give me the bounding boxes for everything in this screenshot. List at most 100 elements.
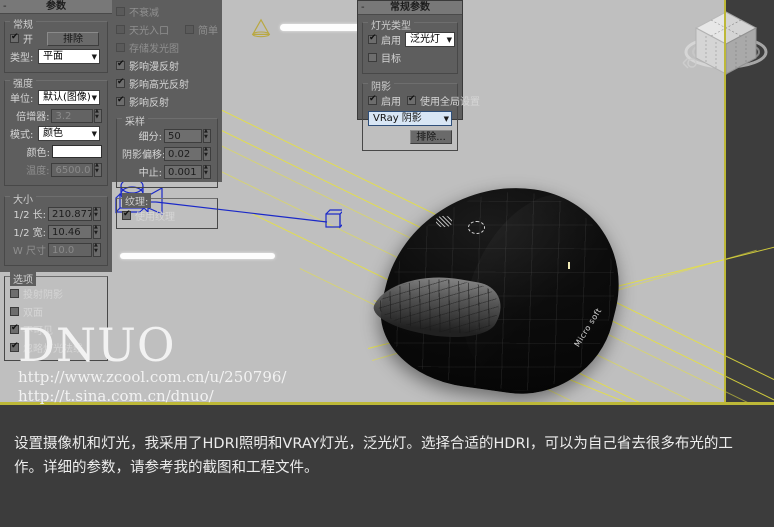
checkbox-skylight-portal[interactable]: [116, 25, 125, 34]
label-double-sided: 双面: [23, 308, 43, 319]
label-cast-shadows: 投射阴影: [23, 290, 63, 301]
subdivs-spinner[interactable]: [203, 128, 211, 143]
mode-combo[interactable]: 颜色: [38, 126, 100, 141]
label-mode: 模式:: [10, 130, 34, 141]
checkbox-double-sided[interactable]: [10, 307, 19, 316]
multiplier-spinner[interactable]: [94, 108, 102, 123]
option-row: 投射阴影: [10, 286, 102, 301]
group-intensity: 强度 单位: 默认(图像) 倍增器: 3.2 模式: 颜色 颜色:: [4, 75, 108, 186]
vray-plane-light-bar[interactable]: [280, 24, 368, 31]
checkbox-shadow-enabled[interactable]: [368, 94, 377, 105]
option-row: 影响高光反射: [116, 76, 218, 91]
checkbox-on[interactable]: [10, 32, 19, 43]
watermark: DNUO http://www.zcool.com.cn/u/250796/ h…: [18, 322, 286, 405]
temperature-field[interactable]: 6500.0: [51, 162, 93, 177]
checkbox-store-irradiance-map[interactable]: [116, 43, 125, 52]
subdivs-field[interactable]: 50: [164, 128, 202, 143]
collapse-icon[interactable]: -: [3, 0, 7, 14]
checkbox-affect-specular[interactable]: [116, 77, 125, 88]
safe-frame-right: [724, 0, 726, 405]
checkbox-no-decay[interactable]: [116, 7, 125, 16]
label-units: 单位:: [10, 94, 34, 105]
label-half-width: 1/2 宽:: [13, 228, 46, 239]
parameters-panel-title[interactable]: - 参数: [0, 0, 112, 14]
shadow-type-combo[interactable]: VRay 阴影: [368, 111, 452, 126]
label-cutoff: 中止:: [138, 168, 162, 179]
general-parameters-panel: - 常规参数 灯光类型 启用 泛光灯 目标 阴影 启用: [357, 0, 480, 151]
half-width-spinner[interactable]: [93, 224, 101, 239]
checkbox-simple[interactable]: [185, 25, 194, 34]
vray-plane-light-bar[interactable]: [120, 253, 275, 259]
watermark-url-weibo: http://t.sina.com.cn/dnuo/: [18, 387, 214, 405]
row-units: 单位: 默认(图像): [10, 90, 102, 105]
group-texture-label: 纹理:: [122, 193, 152, 208]
shadow-bias-spinner[interactable]: [203, 146, 211, 161]
row-use-texture: 使用纹理: [122, 208, 212, 223]
multiplier-field[interactable]: 3.2: [51, 108, 93, 123]
cutoff-field[interactable]: 0.001: [164, 164, 202, 179]
caption-bar: 设置摄像机和灯光，我采用了HDRI照明和VRAY灯光，泛光灯。选择合适的HDRI…: [0, 405, 774, 527]
option-row: 存储发光图: [116, 40, 218, 55]
half-length-field[interactable]: 210.877: [48, 206, 92, 221]
option-row: 影响漫反射: [116, 58, 218, 73]
checkbox-light-enabled[interactable]: [368, 33, 377, 44]
label-use-texture: 使用纹理: [135, 212, 175, 223]
viewport-perspective[interactable]: Micro soft - 参数 常规 ✔ 开 排除 类型: 平面 ▼ 强度 单位…: [0, 0, 774, 405]
row-light-enable: 启用 泛光灯: [368, 32, 455, 47]
label-subdivs: 细分:: [138, 132, 162, 143]
mouse-3d-model[interactable]: Micro soft: [364, 172, 644, 405]
cutoff-spinner[interactable]: [203, 164, 211, 179]
color-swatch[interactable]: [52, 145, 102, 158]
row-half-width: 1/2 宽: 10.46: [10, 224, 102, 239]
label-shadow-enabled: 启用: [381, 97, 401, 108]
mouse-specular-dot: [568, 262, 570, 269]
general-parameters-title[interactable]: - 常规参数: [358, 1, 462, 15]
label-skylight-portal: 天光入口: [129, 26, 169, 37]
row-multiplier: 倍增器: 3.2: [10, 108, 102, 123]
w-size-field[interactable]: 10.0: [48, 242, 92, 257]
w-size-spinner[interactable]: [93, 242, 101, 257]
checkbox-affect-reflections[interactable]: [116, 95, 125, 106]
viewcube-icon[interactable]: [680, 2, 772, 94]
checkbox-use-texture[interactable]: [122, 209, 131, 220]
units-combo[interactable]: 默认(图像): [38, 90, 100, 105]
row-mode: 模式: 颜色: [10, 126, 102, 141]
type-combo[interactable]: 平面: [38, 49, 100, 64]
group-size-label: 大小: [10, 191, 36, 206]
label-store-irradiance-map: 存储发光图: [129, 44, 179, 55]
watermark-title: DNUO: [18, 318, 176, 372]
label-no-decay: 不衰减: [129, 8, 159, 19]
collapse-icon[interactable]: -: [361, 1, 365, 15]
shadow-exclude-button[interactable]: 排除...: [410, 129, 452, 144]
half-length-spinner[interactable]: [93, 206, 101, 221]
label-use-global-settings: 使用全局设置: [420, 97, 480, 108]
shadow-bias-field[interactable]: 0.02: [164, 146, 202, 161]
label-on: 开: [23, 35, 33, 46]
label-light-enabled: 启用: [381, 36, 401, 47]
temperature-spinner[interactable]: [94, 162, 102, 177]
label-temperature: 温度:: [26, 166, 50, 177]
half-width-field[interactable]: 10.46: [48, 224, 92, 239]
group-shadows: 阴影 启用 使用全局设置 VRay 阴影 排除...: [362, 78, 480, 151]
checkbox-target[interactable]: [368, 53, 377, 62]
row-target: 目标: [368, 50, 452, 65]
checkbox-affect-diffuse[interactable]: [116, 59, 125, 70]
screenshot-root: Micro soft - 参数 常规 ✔ 开 排除 类型: 平面 ▼ 强度 单位…: [0, 0, 774, 527]
light-gizmo-icon[interactable]: [250, 18, 272, 38]
label-shadow-bias: 阴影偏移:: [122, 150, 166, 161]
row-on-exclude: 开 排除: [10, 31, 102, 46]
label-affect-diffuse: 影响漫反射: [129, 62, 179, 73]
exclude-button[interactable]: 排除: [47, 31, 99, 46]
label-half-length: 1/2 长:: [13, 210, 46, 221]
label-simple: 简单: [198, 26, 218, 37]
panel-title-text: 常规参数: [390, 2, 430, 13]
checkbox-use-global-settings[interactable]: [407, 94, 416, 105]
checkbox-cast-shadows[interactable]: [10, 289, 19, 298]
mouse-led-detail: [436, 216, 452, 227]
watermark-url-zcool: http://www.zcool.com.cn/u/250796/: [18, 368, 287, 386]
group-intensity-label: 强度: [10, 75, 36, 90]
row-type: 类型: 平面: [10, 49, 102, 64]
label-target: 目标: [381, 54, 401, 65]
light-type-combo[interactable]: 泛光灯: [405, 32, 455, 47]
group-options-label: 选项: [10, 271, 36, 286]
